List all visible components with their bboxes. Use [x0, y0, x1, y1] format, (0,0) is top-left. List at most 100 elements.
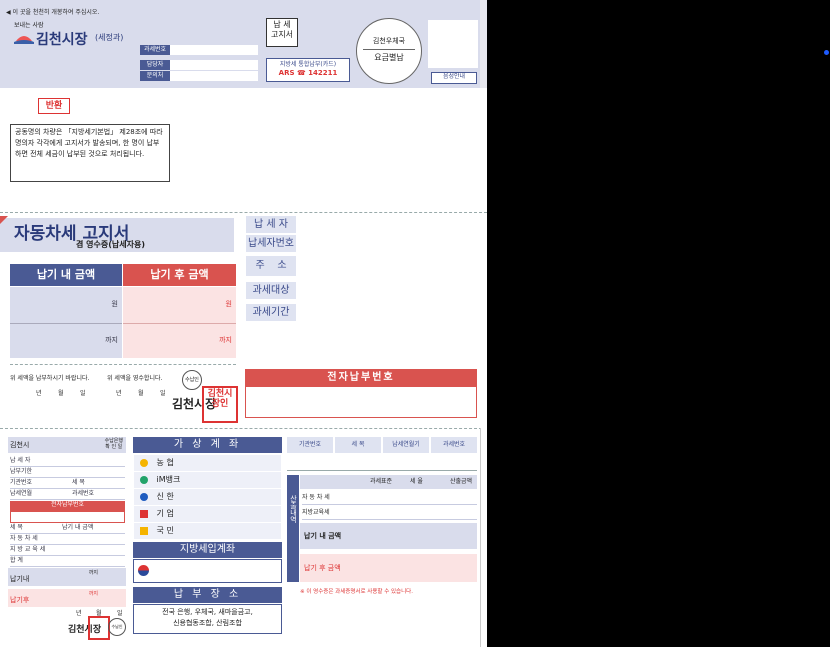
right-header-row: 기관번호 세 목 납세연월기 과세번호 [287, 437, 477, 453]
until-label: 까지 [105, 336, 118, 344]
city-logo-icon [14, 30, 34, 44]
bank-row: 기 업 [134, 506, 414, 523]
stub-row-label: 납세연월 [10, 490, 33, 497]
stub-header: 김천시 수납은행 확 인 일 [8, 437, 126, 453]
section-divider [10, 364, 236, 365]
receipt-stamp-circle: 수납인 [182, 370, 202, 390]
date-month: 월 [58, 390, 64, 397]
stub-row: 납부기한 [10, 467, 125, 478]
label-taxpayer-number: 납세자번호 [246, 235, 296, 252]
stub-seal [88, 616, 110, 640]
stub-epay-box [10, 511, 125, 523]
bank-row: iM뱅크 [134, 472, 414, 489]
field-label: 담당자 [140, 60, 170, 70]
tax-notice-page: ◀ 이 곳을 천천히 개봉하여 주십시오. 보내는 사람 김천시장 (세정과) … [0, 0, 487, 647]
im-icon [140, 475, 148, 484]
after-due-amount: 원 [123, 287, 236, 324]
stub-tax-number: 과세번호 [72, 490, 95, 497]
stub-until: 까지 [88, 591, 98, 597]
stub-row: 납세연월 과세번호 [10, 489, 125, 500]
corner-mark [0, 216, 8, 224]
label-tax-object: 과세대상 [246, 282, 296, 299]
ibk-icon [140, 509, 148, 518]
fold-line-2 [0, 428, 487, 429]
bank-name: iM뱅크 [156, 475, 181, 484]
calc-col-rate: 세 율 [410, 478, 423, 485]
stub-item-row: 합 계 [10, 556, 125, 567]
before-due-header: 납기 내 금액 [10, 264, 122, 286]
stub-row: 기관번호 세 목 [10, 478, 125, 489]
field-label: 문의처 [140, 71, 170, 81]
won-label: 원 [225, 300, 232, 308]
postage-divider [363, 49, 415, 50]
bank-name: 신 한 [156, 492, 174, 501]
label-address: 주 소 [246, 256, 296, 276]
col-tax-item: 세 목 [335, 437, 381, 453]
date-month: 월 [138, 390, 144, 397]
col-tax-year: 납세연월기 [383, 437, 429, 453]
stub-after-due-label: 납기후 [10, 596, 30, 604]
virtual-account-header: 가 상 계 좌 [133, 437, 282, 453]
bank-row: 국 민 [134, 523, 414, 540]
local-tax-account-box [133, 559, 282, 583]
label-taxpayer: 납 세 자 [246, 216, 296, 233]
dept-name: (세정과) [95, 33, 124, 42]
calc-col-base: 과세표준 [370, 478, 393, 485]
edge-strip [480, 0, 487, 88]
stub-date-day: 일 [117, 610, 123, 617]
label-tax-period: 과세기간 [246, 304, 296, 321]
bank-name: 농 협 [156, 458, 174, 467]
stub-row: 납 세 자 [10, 456, 125, 467]
calc-col-amount: 산출금액 [450, 478, 473, 485]
date-day: 일 [80, 390, 86, 397]
epay-number-box [245, 386, 477, 418]
return-label: 반환 [38, 98, 70, 114]
after-due-header: 납기 후 금액 [123, 264, 236, 286]
stub-col-header: 세 목 납기 내 금액 [10, 523, 125, 534]
calc-after-due-label: 납기 후 금액 [304, 564, 341, 572]
pay-request-text: 위 세액을 납부하시기 바랍니다. [10, 375, 90, 382]
bank-name: 기 업 [156, 509, 174, 518]
open-notice: ◀ 이 곳을 천천히 개봉하여 주십시오. [6, 9, 100, 16]
field-label: 과세번호 [140, 45, 170, 55]
payment-method: 지방세 통합납부(카드) [279, 61, 337, 68]
city-seal: 김천시장인 [202, 386, 238, 423]
audio-guide-button[interactable]: 음성안내 [431, 72, 477, 84]
postage-circle: 김천우체국 요금별납 [356, 18, 422, 84]
ars-number: ARS ☎ 142211 [278, 69, 338, 77]
stub-date-year: 년 [76, 610, 82, 617]
pay-place-header: 납 부 장 소 [133, 587, 282, 603]
main-subtitle: 겸 영수증(납세자용) [76, 240, 145, 249]
date-year: 년 [116, 390, 122, 397]
stub-in-due-label: 납기내 [10, 575, 30, 583]
nh-icon [140, 458, 148, 467]
field-value [170, 45, 258, 55]
stub-item-row: 자 동 차 세 [10, 534, 125, 545]
stub-until: 까지 [88, 570, 98, 576]
right-edge-strip [480, 428, 487, 647]
stub-item-row: 지 방 교 육 세 [10, 545, 125, 556]
date-day: 일 [160, 390, 166, 397]
bank-name: 국 민 [156, 526, 174, 535]
korea-emblem-icon [138, 565, 149, 576]
calc-header-row: 과세표준 세 율 산출금액 [300, 475, 477, 489]
return-notice-text: 공동명의 차량은 「지방세기본법」 제28조에 따라 명의자 각각에게 고지서가… [10, 124, 170, 182]
stub-stamp-circle: 수납인 [108, 618, 126, 636]
right-value-row [287, 454, 477, 471]
calc-after-due-row: 납기 후 금액 [300, 554, 477, 582]
postage-text: 요금별납 [374, 53, 404, 62]
col-org-number: 기관번호 [287, 437, 333, 453]
shinhan-icon [140, 492, 148, 501]
kb-icon [140, 526, 148, 535]
col-tax-number: 과세번호 [431, 437, 477, 453]
before-due-amount: 원 [10, 287, 122, 324]
stub-row-label: 기관번호 [10, 479, 33, 486]
stub-amount-col: 납기 내 금액 [62, 524, 94, 531]
received-text: 위 세액을 영수합니다. [107, 375, 163, 382]
scroll-dot-icon [824, 50, 829, 55]
fold-line [0, 212, 487, 213]
stub-epay-header: 전자납부번호 [10, 501, 125, 511]
stub-city: 김천시 [10, 441, 30, 449]
bank-row: 농 협 [134, 455, 414, 472]
stub-item-col: 세 목 [10, 524, 23, 531]
